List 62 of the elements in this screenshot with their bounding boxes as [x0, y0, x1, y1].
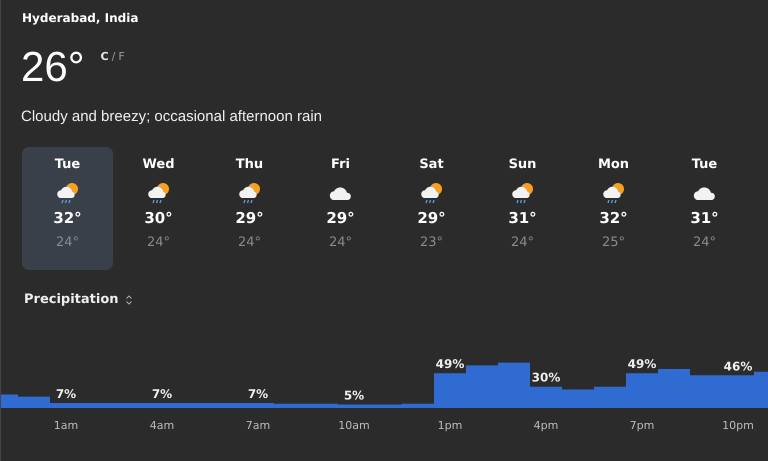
low-temperature: 24° — [238, 235, 262, 251]
celsius-toggle[interactable]: C — [100, 50, 109, 63]
hour-label: 1am — [54, 419, 78, 432]
day-forecast-card[interactable]: Thu 29° 24° — [204, 147, 295, 270]
day-forecast-card[interactable]: Mon 32° 25° — [568, 147, 659, 270]
sun-cloud-rain-icon — [54, 181, 80, 205]
low-temperature: 25° — [602, 235, 626, 251]
precipitation-chance: 7% — [152, 387, 172, 402]
precipitation-chance: 7% — [248, 387, 268, 402]
low-temperature: 24° — [146, 235, 170, 251]
day-name: Wed — [142, 157, 174, 173]
precipitation-chance: 5% — [344, 388, 364, 402]
day-name: Mon — [598, 157, 630, 173]
sun-cloud-rain-icon — [418, 181, 444, 205]
day-forecast-card[interactable]: Tue 32° 24° — [22, 147, 113, 270]
hour-label: 1pm — [438, 419, 462, 432]
day-name: Tue — [692, 157, 718, 173]
hour-label: 7am — [246, 419, 270, 432]
sun-cloud-rain-icon — [236, 181, 262, 205]
hour-label: 7pm — [630, 419, 654, 432]
hour-label: 4pm — [534, 419, 558, 432]
sun-cloud-rain-icon — [146, 181, 172, 205]
low-temperature: 24° — [692, 235, 716, 251]
day-forecast-card[interactable]: Sun 31° 24° — [477, 147, 568, 270]
high-temperature: 30° — [144, 209, 173, 227]
high-temperature: 32° — [599, 209, 628, 227]
sun-cloud-rain-icon — [600, 181, 626, 205]
sun-cloud-rain-icon — [510, 181, 536, 205]
current-temperature: 26° — [21, 44, 85, 90]
high-temperature: 31° — [690, 209, 719, 227]
hour-label: 4am — [150, 419, 174, 432]
unit-separator: / — [112, 50, 116, 63]
low-temperature: 23° — [420, 235, 444, 251]
high-temperature: 29° — [417, 209, 446, 227]
hour-label: 10pm — [722, 419, 754, 432]
low-temperature: 24° — [328, 235, 352, 251]
low-temperature: 24° — [510, 235, 534, 251]
day-name: Tue — [54, 157, 80, 173]
high-temperature: 29° — [326, 209, 355, 227]
high-temperature: 31° — [508, 209, 537, 227]
location-title: Hyderabad, India — [22, 10, 140, 26]
fahrenheit-toggle[interactable]: F — [118, 50, 125, 63]
day-name: Fri — [331, 157, 350, 173]
hour-label: 10am — [338, 419, 370, 432]
day-forecast-card[interactable]: Sat 29° 23° — [386, 147, 477, 270]
weather-description: Cloudy and breezy; occasional afternoon rain — [21, 108, 324, 125]
precipitation-chance: 46% — [724, 359, 752, 374]
day-forecast-card[interactable]: Tue 31° 24° — [659, 147, 750, 270]
high-temperature: 32° — [53, 209, 82, 227]
precipitation-chance: 30% — [532, 370, 560, 385]
up-down-chevron-icon[interactable] — [124, 294, 133, 306]
day-name: Sat — [419, 157, 444, 173]
day-name: Thu — [236, 157, 264, 173]
day-forecast-card[interactable]: Wed 30° 24° — [113, 147, 204, 270]
day-name: Sun — [508, 157, 536, 173]
high-temperature: 29° — [235, 209, 264, 227]
precipitation-selector[interactable]: Precipitation — [24, 292, 119, 307]
day-forecast-card[interactable]: Fri 29° 24° — [295, 147, 386, 270]
low-temperature: 24° — [56, 235, 80, 251]
precipitation-chance: 49% — [436, 357, 464, 372]
precipitation-chance: 7% — [56, 387, 76, 402]
precipitation-chance: 49% — [628, 357, 656, 372]
